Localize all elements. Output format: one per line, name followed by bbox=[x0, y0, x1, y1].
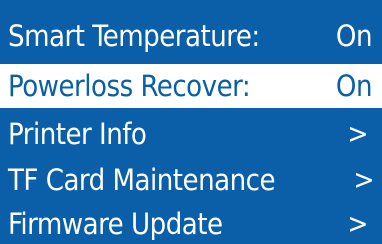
menu-item-printer-info[interactable]: Printer Info > bbox=[0, 112, 382, 156]
menu-item-label: Powerloss Recover: bbox=[8, 69, 251, 103]
menu-item-tf-card-maintenance[interactable]: TF Card Maintenance > bbox=[0, 158, 382, 202]
menu-item-label: Firmware Update bbox=[8, 207, 223, 241]
menu-item-firmware-update[interactable]: Firmware Update > bbox=[0, 202, 382, 244]
menu-item-powerloss-recover[interactable]: Powerloss Recover: On bbox=[0, 64, 382, 108]
chevron-right-icon: > bbox=[347, 207, 368, 240]
chevron-right-icon: > bbox=[353, 163, 374, 196]
chevron-right-icon: > bbox=[347, 117, 368, 150]
printer-lcd-screen: Smart Temperature: On Powerloss Recover:… bbox=[0, 0, 382, 244]
toggle-value: On bbox=[335, 19, 373, 53]
toggle-value: On bbox=[335, 69, 373, 103]
menu-item-smart-temperature[interactable]: Smart Temperature: On bbox=[0, 14, 382, 58]
menu-item-label: Printer Info bbox=[8, 117, 147, 151]
menu-item-label: TF Card Maintenance bbox=[8, 163, 276, 197]
menu-item-label: Smart Temperature: bbox=[8, 19, 260, 53]
